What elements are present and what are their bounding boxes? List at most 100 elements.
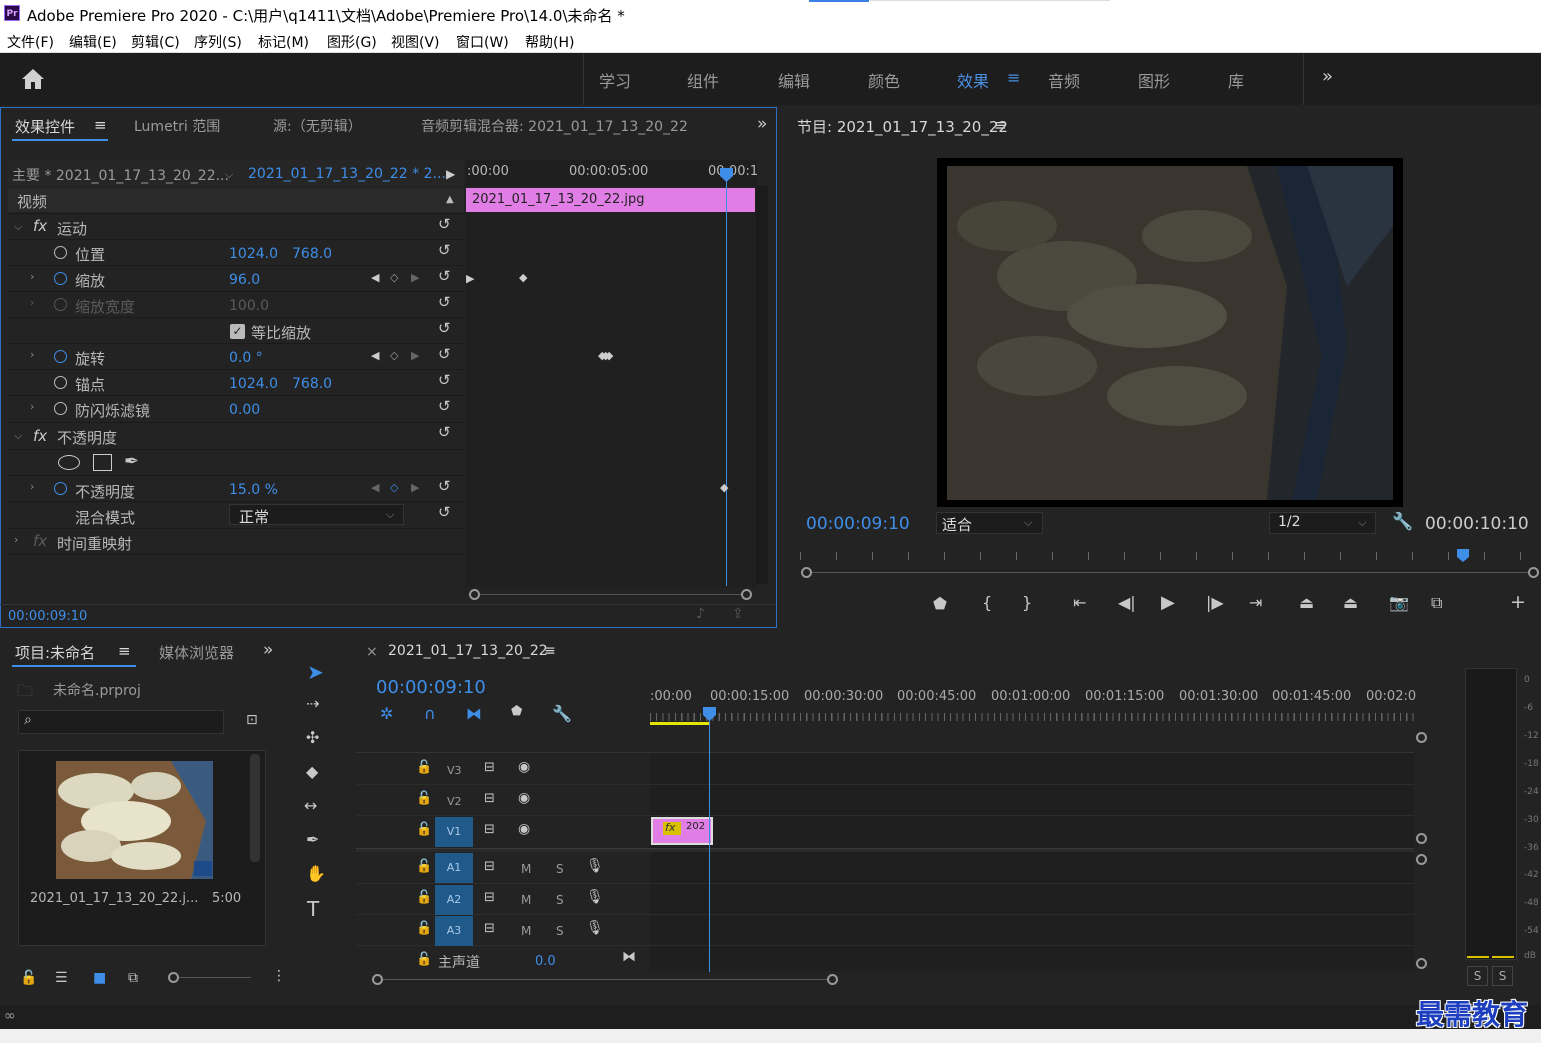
menu-file[interactable]: 文件(F)	[7, 32, 54, 52]
workspace-editing[interactable]: 编辑	[778, 68, 810, 92]
solo-button[interactable]: S	[556, 924, 564, 938]
extract-icon[interactable]: ⏏	[1343, 593, 1358, 612]
panel-menu-icon[interactable]: ≡	[118, 642, 131, 660]
project-search-input[interactable]	[18, 710, 224, 734]
chevron-right-icon[interactable]: ›	[30, 400, 34, 413]
keyframe-cluster-icon[interactable]: ◆◆◆	[598, 349, 614, 362]
menu-marker[interactable]: 标记(M)	[258, 32, 309, 52]
go-to-out-icon[interactable]: ⇥	[1249, 593, 1262, 612]
zoom-slider-handle[interactable]	[168, 972, 179, 983]
lock-icon[interactable]: 🔓	[416, 760, 432, 775]
stopwatch-active-icon[interactable]	[54, 272, 67, 285]
ec-zoom-handle-left[interactable]	[469, 589, 480, 600]
tab-project[interactable]: 项目:未命名	[15, 642, 95, 663]
stopwatch-active-icon[interactable]	[54, 350, 67, 363]
timeline-ruler-ticks[interactable]	[650, 713, 1414, 721]
reset-icon[interactable]: ↺	[438, 345, 451, 363]
ripple-edit-tool-icon[interactable]: ✣	[306, 728, 319, 747]
pen-mask-icon[interactable]: ✒	[124, 451, 139, 472]
track-select-tool-icon[interactable]: ⇢	[306, 694, 319, 713]
ec-scrollbar[interactable]	[756, 186, 768, 584]
lift-icon[interactable]: ⏏	[1299, 593, 1314, 612]
next-keyframe-icon[interactable]: ▶	[411, 481, 419, 494]
prev-keyframe-icon[interactable]: ◀	[371, 481, 379, 494]
program-zoom-track[interactable]	[807, 572, 1529, 573]
add-keyframe-icon[interactable]: ◇	[390, 481, 398, 494]
program-timecode[interactable]: 00:00:09:10	[806, 514, 910, 534]
position-y-value[interactable]: 768.0	[292, 246, 332, 262]
type-tool-icon[interactable]: T	[307, 897, 319, 921]
vscroll-handle-bottom[interactable]	[1416, 833, 1427, 844]
snap-icon[interactable]: ∩	[424, 704, 436, 723]
uniform-scale-checkbox[interactable]: ✓	[230, 324, 245, 339]
rectangle-mask-icon[interactable]	[93, 454, 112, 471]
chevron-down-icon[interactable]: ⌵	[225, 168, 233, 182]
reset-icon[interactable]: ↺	[438, 241, 451, 259]
hscroll-handle-left[interactable]	[372, 974, 383, 985]
menu-graphics[interactable]: 图形(G)	[327, 32, 377, 52]
chevron-down-icon[interactable]: ⌵	[386, 508, 394, 522]
master-clip-label[interactable]: 主要 * 2021_01_17_13_20_22...	[12, 165, 229, 185]
timeline-settings-icon[interactable]: 🔧	[552, 704, 572, 723]
sequence-clip-label[interactable]: 2021_01_17_13_20_22 * 2...	[248, 166, 446, 182]
menu-help[interactable]: 帮助(H)	[525, 32, 574, 52]
hscroll-handle-right[interactable]	[827, 974, 838, 985]
program-zoom-left[interactable]	[801, 567, 812, 578]
sequence-tab[interactable]: 2021_01_17_13_20_22	[388, 643, 548, 659]
tab-audio-clip-mixer[interactable]: 音频剪辑混合器: 2021_01_17_13_20_22	[421, 116, 688, 136]
tab-lumetri-scopes[interactable]: Lumetri 范围	[134, 116, 220, 136]
ec-playhead-icon[interactable]	[719, 167, 734, 183]
tab-overflow-icon[interactable]: »	[757, 114, 767, 134]
step-forward-icon[interactable]: |▶	[1206, 593, 1224, 612]
track-area[interactable]	[650, 753, 1414, 971]
selection-tool-icon[interactable]: ➤	[307, 660, 324, 684]
tab-media-browser[interactable]: 媒体浏览器	[159, 642, 234, 662]
icon-view-icon[interactable]: ■	[93, 970, 106, 986]
ec-zoom-handle-right[interactable]	[741, 589, 752, 600]
lock-icon[interactable]: 🔓	[416, 890, 432, 905]
add-keyframe-icon[interactable]: ◇	[390, 271, 398, 284]
pen-tool-icon[interactable]: ✒	[306, 830, 319, 849]
stopwatch-icon[interactable]	[54, 246, 67, 259]
more-options-icon[interactable]: ⋮	[272, 968, 286, 984]
stopwatch-icon[interactable]	[54, 402, 67, 415]
sync-lock-icon[interactable]: ⊟	[484, 859, 495, 874]
sync-lock-icon[interactable]: ⊟	[484, 822, 495, 837]
tab-overflow-icon[interactable]: »	[263, 640, 273, 660]
rotation-value[interactable]: 0.0 °	[229, 350, 263, 366]
sync-lock-icon[interactable]: ⊟	[484, 760, 495, 775]
anchor-x-value[interactable]: 1024.0	[229, 376, 278, 392]
track-a2-target[interactable]: A2	[435, 885, 473, 915]
menu-window[interactable]: 窗口(W)	[456, 32, 509, 52]
track-a3-target[interactable]: A3	[435, 916, 473, 946]
sync-lock-icon[interactable]: ⊟	[484, 921, 495, 936]
scale-value[interactable]: 96.0	[229, 272, 260, 288]
slip-tool-icon[interactable]: ↔	[304, 796, 317, 815]
step-back-icon[interactable]: ◀|	[1118, 593, 1136, 612]
chevron-right-icon[interactable]: ›	[14, 533, 18, 546]
workspace-graphics[interactable]: 图形	[1138, 68, 1170, 92]
solo-button[interactable]: S	[556, 893, 564, 907]
reset-icon[interactable]: ↺	[438, 267, 451, 285]
add-marker-icon[interactable]: ⬟	[511, 704, 522, 719]
add-keyframe-icon[interactable]: ◇	[390, 349, 398, 362]
chevron-right-icon[interactable]: ›	[30, 480, 34, 493]
freeform-view-icon[interactable]: ⧉	[128, 970, 138, 986]
lock-icon[interactable]: 🔓	[20, 970, 37, 986]
bin-scrollbar[interactable]	[250, 754, 260, 862]
solo-right-button[interactable]: S	[1492, 966, 1513, 986]
video-audio-divider[interactable]	[356, 848, 1414, 852]
menu-sequence[interactable]: 序列(S)	[194, 32, 242, 52]
mark-out-icon[interactable]: }	[1022, 593, 1032, 612]
timeline-playhead-icon[interactable]	[702, 706, 717, 722]
list-view-icon[interactable]: ☰	[55, 970, 68, 986]
home-icon[interactable]	[20, 67, 46, 91]
go-to-in-icon[interactable]: ⇤	[1073, 593, 1086, 612]
vscroll-handle-top[interactable]	[1416, 732, 1427, 743]
mute-button[interactable]: M	[521, 924, 531, 938]
eye-icon[interactable]: ◉	[518, 759, 530, 775]
new-bin-icon[interactable]: ⊡	[246, 712, 258, 728]
workspace-color[interactable]: 颜色	[868, 68, 900, 92]
track-a1-target[interactable]: A1	[435, 853, 473, 883]
reset-icon[interactable]: ↺	[438, 371, 451, 389]
